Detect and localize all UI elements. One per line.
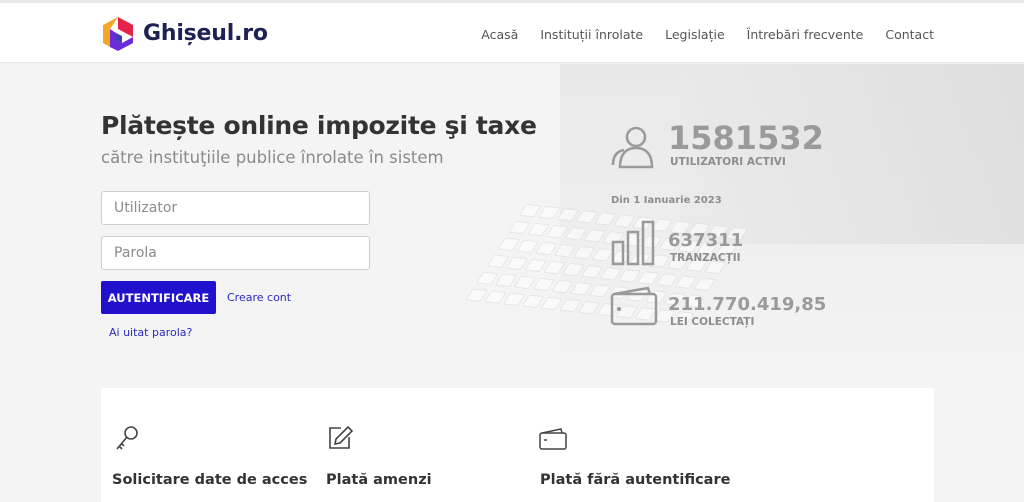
nav-contact[interactable]: Contact — [885, 27, 934, 42]
users-label: UTILIZATORI ACTIVI — [670, 156, 786, 168]
collected-amount: 211.770.419,85 — [668, 294, 827, 315]
card-solicitare-date-acces[interactable]: Solicitare date de acces — [112, 472, 307, 488]
login-button[interactable]: AUTENTIFICARE — [101, 281, 216, 314]
services-panel: Solicitare date de acces Plată amenzi Pl… — [101, 388, 934, 502]
create-account-link[interactable]: Creare cont — [227, 291, 291, 304]
main-nav: Acasă Instituții înrolate Legislație Înt… — [481, 27, 934, 42]
brand-name[interactable]: Ghișeul.ro — [143, 21, 268, 46]
users-count: 1581532 — [668, 119, 824, 157]
password-input[interactable] — [101, 236, 370, 270]
nav-intrebari-frecvente[interactable]: Întrebări frecvente — [747, 27, 864, 42]
wallet-icon — [539, 428, 567, 450]
page-title: Plătește online impozite şi taxe — [101, 111, 537, 140]
card-plata-fara-autentificare[interactable]: Plată fără autentificare — [540, 472, 730, 488]
nav-acasa[interactable]: Acasă — [481, 27, 518, 42]
username-input[interactable] — [101, 191, 370, 225]
key-icon — [116, 426, 138, 450]
ghiseul-logo-icon[interactable] — [100, 15, 136, 53]
bar-chart-icon — [611, 220, 655, 266]
page-subtitle: către instituţiile publice înrolate în s… — [101, 148, 444, 167]
forgot-password-link[interactable]: Ai uitat parola? — [109, 326, 192, 339]
wallet-stat-icon — [610, 286, 658, 326]
stats-since: Din 1 Ianuarie 2023 — [611, 195, 722, 206]
users-icon — [611, 126, 654, 169]
edit-icon — [329, 425, 353, 449]
transactions-count: 637311 — [668, 230, 744, 251]
site-header: Ghișeul.ro Acasă Instituții înrolate Leg… — [0, 3, 1024, 63]
transactions-label: TRANZACȚII — [670, 252, 741, 264]
nav-institutii-inrolate[interactable]: Instituții înrolate — [540, 27, 643, 42]
collected-label: LEI COLECTAȚI — [670, 316, 755, 328]
card-plata-amenzi[interactable]: Plată amenzi — [326, 472, 432, 488]
nav-legislatie[interactable]: Legislație — [665, 27, 725, 42]
